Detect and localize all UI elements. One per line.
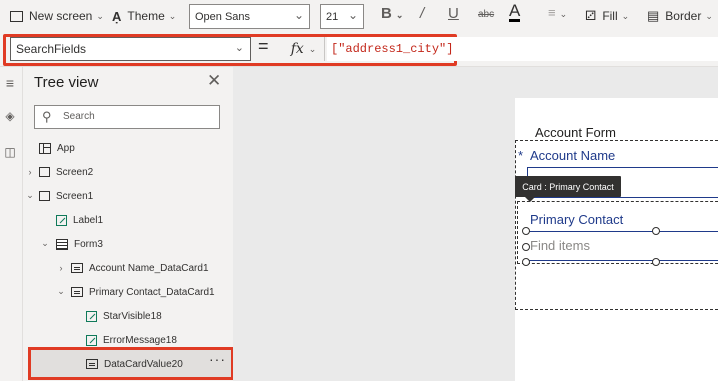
find-items-placeholder: Find items — [530, 238, 590, 253]
chevron-down-icon: ⌄ — [621, 10, 630, 21]
close-icon[interactable]: ✕ — [207, 71, 221, 91]
tree-node-app[interactable]: App — [39, 137, 75, 159]
label-icon — [56, 214, 67, 226]
font-size-value: 21 — [326, 10, 339, 23]
property-select[interactable]: SearchFields ⌄ — [10, 37, 251, 61]
chevron-right-icon[interactable]: › — [25, 167, 35, 177]
theme-icon: Ạ — [112, 8, 122, 24]
resize-handle[interactable] — [522, 227, 530, 235]
new-screen-icon — [10, 10, 23, 22]
chevron-down-icon[interactable]: ⌄ — [40, 238, 50, 249]
fx-icon: fx — [290, 41, 304, 57]
tree-node-label: App — [57, 142, 75, 154]
primary-contact-label[interactable]: Primary Contact — [530, 212, 623, 227]
font-color-button[interactable]: A — [509, 2, 521, 22]
tree-node-screen1[interactable]: Screen1 — [39, 185, 93, 207]
border-icon: ▤ — [647, 8, 660, 23]
tree-node-primary-contact-datacard[interactable]: Primary Contact_DataCard1 — [71, 281, 215, 303]
tree-node-account-name-datacard[interactable]: Account Name_DataCard1 — [71, 257, 209, 279]
tree-node-label: Screen2 — [56, 166, 94, 178]
paint-bucket-icon: ⚂ — [585, 8, 597, 23]
chevron-down-icon: ⌄ — [293, 8, 304, 22]
form-icon — [56, 238, 68, 250]
resize-handle[interactable] — [522, 258, 530, 266]
app-icon — [39, 142, 51, 154]
chevron-down-icon: ⌄ — [347, 8, 358, 22]
card-icon — [71, 263, 83, 273]
tree-node-label: Form3 — [74, 238, 103, 250]
card-tooltip: Card : Primary Contact — [515, 176, 621, 202]
italic-button[interactable]: / — [420, 5, 424, 22]
hamburger-menu-icon[interactable]: ≡ — [0, 75, 20, 91]
fill-label: Fill — [602, 9, 618, 23]
tree-node-screen2[interactable]: Screen2 — [39, 161, 93, 183]
screen-icon — [39, 167, 50, 177]
tree-node-label: Primary Contact_DataCard1 — [89, 286, 215, 298]
tree-node-label: ErrorMessage18 — [103, 334, 177, 346]
chevron-down-icon: ⌄ — [96, 10, 104, 21]
screen-surface: Account Form * Account Name Primary Cont… — [515, 98, 718, 381]
font-size-select[interactable]: 21 ⌄ — [320, 4, 364, 29]
formula-input[interactable]: ["address1_city"] — [327, 37, 718, 61]
bold-button[interactable]: B ⌄ — [381, 5, 403, 22]
chevron-down-icon: ⌄ — [308, 43, 317, 54]
tree-node-errormessage18[interactable]: ErrorMessage18 — [86, 329, 177, 351]
underline-button[interactable]: U — [448, 5, 459, 22]
more-options-icon[interactable]: ··· — [209, 351, 226, 367]
font-family-select[interactable]: Open Sans ⌄ — [189, 4, 310, 29]
database-icon[interactable]: ◫ — [0, 145, 20, 159]
tree-node-label: Label1 — [73, 214, 104, 226]
card-icon — [86, 359, 98, 369]
layers-icon[interactable]: ◈ — [0, 109, 20, 123]
label-icon — [86, 334, 97, 346]
chevron-down-icon[interactable]: ⌄ — [56, 286, 66, 297]
search-icon: ⚲ — [42, 109, 52, 124]
tree-node-datacardvalue20[interactable]: DataCardValue20 — [86, 353, 183, 375]
required-star: * — [518, 148, 524, 163]
fx-button[interactable]: fx ⌄ — [283, 37, 325, 61]
property-value: SearchFields — [16, 42, 87, 56]
label-icon — [86, 310, 97, 322]
screen-icon — [39, 191, 50, 201]
left-rail: ≡ ◈ ◫ — [0, 67, 23, 381]
chevron-down-icon: ⌄ — [234, 42, 244, 54]
tree-node-label: StarVisible18 — [103, 310, 162, 322]
chevron-down-icon: ⌄ — [705, 10, 713, 21]
resize-handle[interactable] — [522, 243, 530, 251]
border-label: Border — [665, 9, 702, 23]
resize-handle[interactable] — [652, 227, 660, 235]
tree-node-label: DataCardValue20 — [104, 358, 183, 370]
border-button[interactable]: ▤ Border ⌄ — [647, 0, 713, 32]
formula-bar: SearchFields ⌄ = fx ⌄ ["address1_city"] — [0, 32, 718, 67]
tree-node-form3[interactable]: Form3 — [56, 233, 103, 255]
strikethrough-button[interactable]: abc — [478, 9, 494, 20]
theme-button[interactable]: Ạ Theme ⌄ — [112, 0, 176, 32]
account-name-label[interactable]: Account Name — [530, 148, 615, 163]
tree-view-title: Tree view — [34, 74, 99, 91]
ribbon-toolbar: New screen ⌄ Ạ Theme ⌄ Open Sans ⌄ 21 ⌄… — [0, 0, 718, 32]
tree-node-starvisible18[interactable]: StarVisible18 — [86, 305, 162, 327]
font-family-value: Open Sans — [195, 10, 251, 23]
form-title-label[interactable]: Account Form — [535, 125, 616, 140]
chevron-down-icon: ⌄ — [168, 10, 177, 21]
equals-sign: = — [258, 36, 269, 56]
tree-node-label: Account Name_DataCard1 — [89, 262, 209, 274]
new-screen-label: New screen — [29, 9, 93, 23]
fill-button[interactable]: ⚂ Fill ⌄ — [585, 0, 629, 32]
tree-node-label1[interactable]: Label1 — [56, 209, 103, 231]
tree-search-input[interactable]: ⚲ Search — [34, 105, 220, 129]
design-canvas: Account Form * Account Name Primary Cont… — [233, 67, 718, 381]
search-placeholder: Search — [63, 111, 95, 122]
chevron-down-icon[interactable]: ⌄ — [25, 190, 35, 201]
theme-label: Theme — [127, 9, 165, 23]
tree-node-label: Screen1 — [56, 190, 94, 202]
resize-handle[interactable] — [652, 258, 660, 266]
tree-view-panel: Tree view ✕ ⚲ Search App › Screen2 ⌄ Scr… — [23, 67, 234, 381]
align-button[interactable]: ≡ ⌄ — [548, 5, 567, 20]
new-screen-button[interactable]: New screen ⌄ — [10, 0, 104, 32]
chevron-right-icon[interactable]: › — [56, 263, 66, 273]
card-icon — [71, 287, 83, 297]
